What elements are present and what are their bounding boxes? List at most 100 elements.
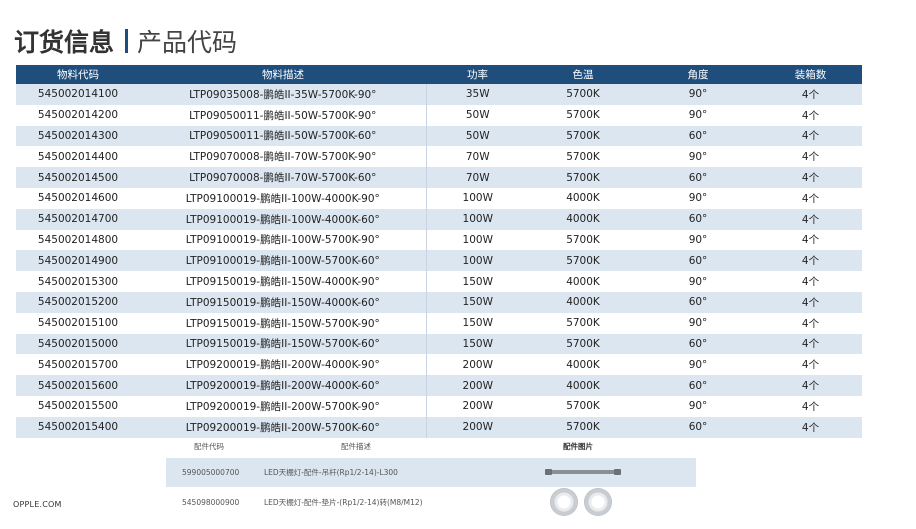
cell-angle: 90° [637, 229, 759, 251]
cell-code: 545002015500 [16, 395, 140, 417]
cell-qty: 4个 [759, 167, 862, 188]
cell-cct: 4000K [529, 187, 637, 209]
table-row: 545002014600 LTP09100019-鹏皓II-100W-4000K-… [16, 187, 862, 209]
table-row: 545002015400 LTP09200019-鹏皓II-200W-5700K-… [16, 416, 862, 438]
cell-code: 545002015100 [16, 312, 140, 334]
cell-qty: 4个 [759, 146, 862, 168]
cell-cct: 5700K [529, 250, 637, 272]
cell-angle: 60° [637, 167, 759, 188]
table-row: 545002015200 LTP09150019-鹏皓II-150W-4000K-… [16, 291, 862, 313]
cell-angle: 90° [637, 354, 759, 376]
cell-code: 545002014900 [16, 250, 140, 272]
cell-qty: 4个 [759, 395, 862, 417]
cell-power: 150W [426, 291, 529, 313]
cell-code: 545002015300 [16, 271, 140, 292]
cell-code: 545002014700 [16, 208, 140, 230]
header-power: 功率 [426, 65, 529, 84]
cell-code: 545002014500 [16, 167, 140, 188]
cell-desc: LTP09070008-鹏皓II-70W-5700K-90° [140, 146, 427, 168]
table-row: 545002014400 LTP09070008-鹏皓II-70W-5700K-9… [16, 146, 862, 168]
cell-angle: 60° [637, 208, 759, 230]
table-row: 545002014300 LTP09050011-鹏皓II-50W-5700K-6… [16, 125, 862, 147]
accessory-desc: LED天棚灯-配件-吊杆(Rp1/2-14)-L300 [264, 468, 398, 477]
cell-desc: LTP09050011-鹏皓II-50W-5700K-60° [140, 125, 427, 147]
accessory-row: 599005000700 LED天棚灯-配件-吊杆(Rp1/2-14)-L300 [166, 458, 696, 487]
cell-desc: LTP09050011-鹏皓II-50W-5700K-90° [140, 104, 427, 126]
cell-cct: 4000K [529, 354, 637, 376]
accessory-desc: LED天棚灯-配件-垫片-(Rp1/2-14)转(M8/M12) [264, 498, 423, 507]
cell-power: 200W [426, 395, 529, 417]
cell-cct: 5700K [529, 333, 637, 355]
table-row: 545002015700 LTP09200019-鹏皓II-200W-4000K-… [16, 354, 862, 376]
cell-cct: 4000K [529, 375, 637, 396]
cell-desc: LTP09100019-鹏皓II-100W-5700K-90° [140, 229, 427, 251]
cell-code: 545002015000 [16, 333, 140, 355]
cell-qty: 4个 [759, 312, 862, 334]
cell-angle: 90° [637, 271, 759, 292]
cell-qty: 4个 [759, 187, 862, 209]
table-row: 545002014500 LTP09070008-鹏皓II-70W-5700K-6… [16, 167, 862, 188]
cell-desc: LTP09150019-鹏皓II-150W-4000K-60° [140, 291, 427, 313]
table-row: 545002014800 LTP09100019-鹏皓II-100W-5700K-… [16, 229, 862, 251]
cell-desc: LTP09150019-鹏皓II-150W-5700K-60° [140, 333, 427, 355]
cell-desc: LTP09200019-鹏皓II-200W-5700K-60° [140, 416, 427, 438]
cell-angle: 60° [637, 125, 759, 147]
cell-cct: 5700K [529, 84, 637, 105]
cell-desc: LTP09200019-鹏皓II-200W-4000K-90° [140, 354, 427, 376]
cell-power: 70W [426, 146, 529, 168]
cell-angle: 60° [637, 250, 759, 272]
accessory-code: 545098000900 [182, 498, 240, 507]
cell-code: 545002015200 [16, 291, 140, 313]
table-row: 545002015300 LTP09150019-鹏皓II-150W-4000K-… [16, 271, 862, 292]
cell-code: 545002014300 [16, 125, 140, 147]
cell-cct: 4000K [529, 291, 637, 313]
cell-angle: 60° [637, 291, 759, 313]
cell-power: 100W [426, 208, 529, 230]
header-qty: 装箱数 [759, 65, 862, 84]
cell-code: 545002014100 [16, 84, 140, 105]
cell-code: 545002015700 [16, 354, 140, 376]
cell-power: 100W [426, 187, 529, 209]
cell-cct: 5700K [529, 229, 637, 251]
cell-qty: 4个 [759, 229, 862, 251]
cell-power: 200W [426, 416, 529, 438]
cell-power: 150W [426, 312, 529, 334]
header-desc: 物料描述 [140, 65, 426, 84]
table-row: 545002015100 LTP09150019-鹏皓II-150W-5700K-… [16, 312, 862, 334]
cell-qty: 4个 [759, 125, 862, 147]
accessory-header-image: 配件图片 [563, 442, 593, 451]
cell-qty: 4个 [759, 291, 862, 313]
cell-angle: 90° [637, 395, 759, 417]
washer-icon [550, 488, 578, 516]
cell-qty: 4个 [759, 333, 862, 355]
cell-cct: 5700K [529, 395, 637, 417]
cell-angle: 60° [637, 333, 759, 355]
cell-desc: LTP09200019-鹏皓II-200W-5700K-90° [140, 395, 427, 417]
cell-angle: 90° [637, 146, 759, 168]
cell-code: 545002014400 [16, 146, 140, 168]
cell-angle: 90° [637, 312, 759, 334]
cell-qty: 4个 [759, 271, 862, 292]
washer-icon [584, 488, 612, 516]
title-main: 订货信息 [14, 28, 115, 57]
table-row: 545002014900 LTP09100019-鹏皓II-100W-5700K-… [16, 250, 862, 272]
header-angle: 角度 [637, 65, 759, 84]
cell-power: 100W [426, 229, 529, 251]
cell-angle: 90° [637, 104, 759, 126]
cell-code: 545002014600 [16, 187, 140, 209]
cell-desc: LTP09200019-鹏皓II-200W-4000K-60° [140, 375, 427, 396]
cell-angle: 60° [637, 375, 759, 396]
cell-power: 200W [426, 375, 529, 396]
cell-code: 545002015600 [16, 375, 140, 396]
cell-code: 545002014200 [16, 104, 140, 126]
cell-angle: 90° [637, 187, 759, 209]
hanging-rod-icon [545, 469, 621, 475]
cell-cct: 4000K [529, 271, 637, 292]
footer-brand: OPPLE.COM [13, 500, 62, 509]
page-title: 订货信息 产品代码 [14, 24, 237, 58]
cell-desc: LTP09100019-鹏皓II-100W-4000K-60° [140, 208, 427, 230]
cell-desc: LTP09100019-鹏皓II-100W-4000K-90° [140, 187, 427, 209]
header-cct: 色温 [529, 65, 637, 84]
header-code: 物料代码 [16, 65, 140, 84]
cell-power: 35W [426, 84, 529, 105]
